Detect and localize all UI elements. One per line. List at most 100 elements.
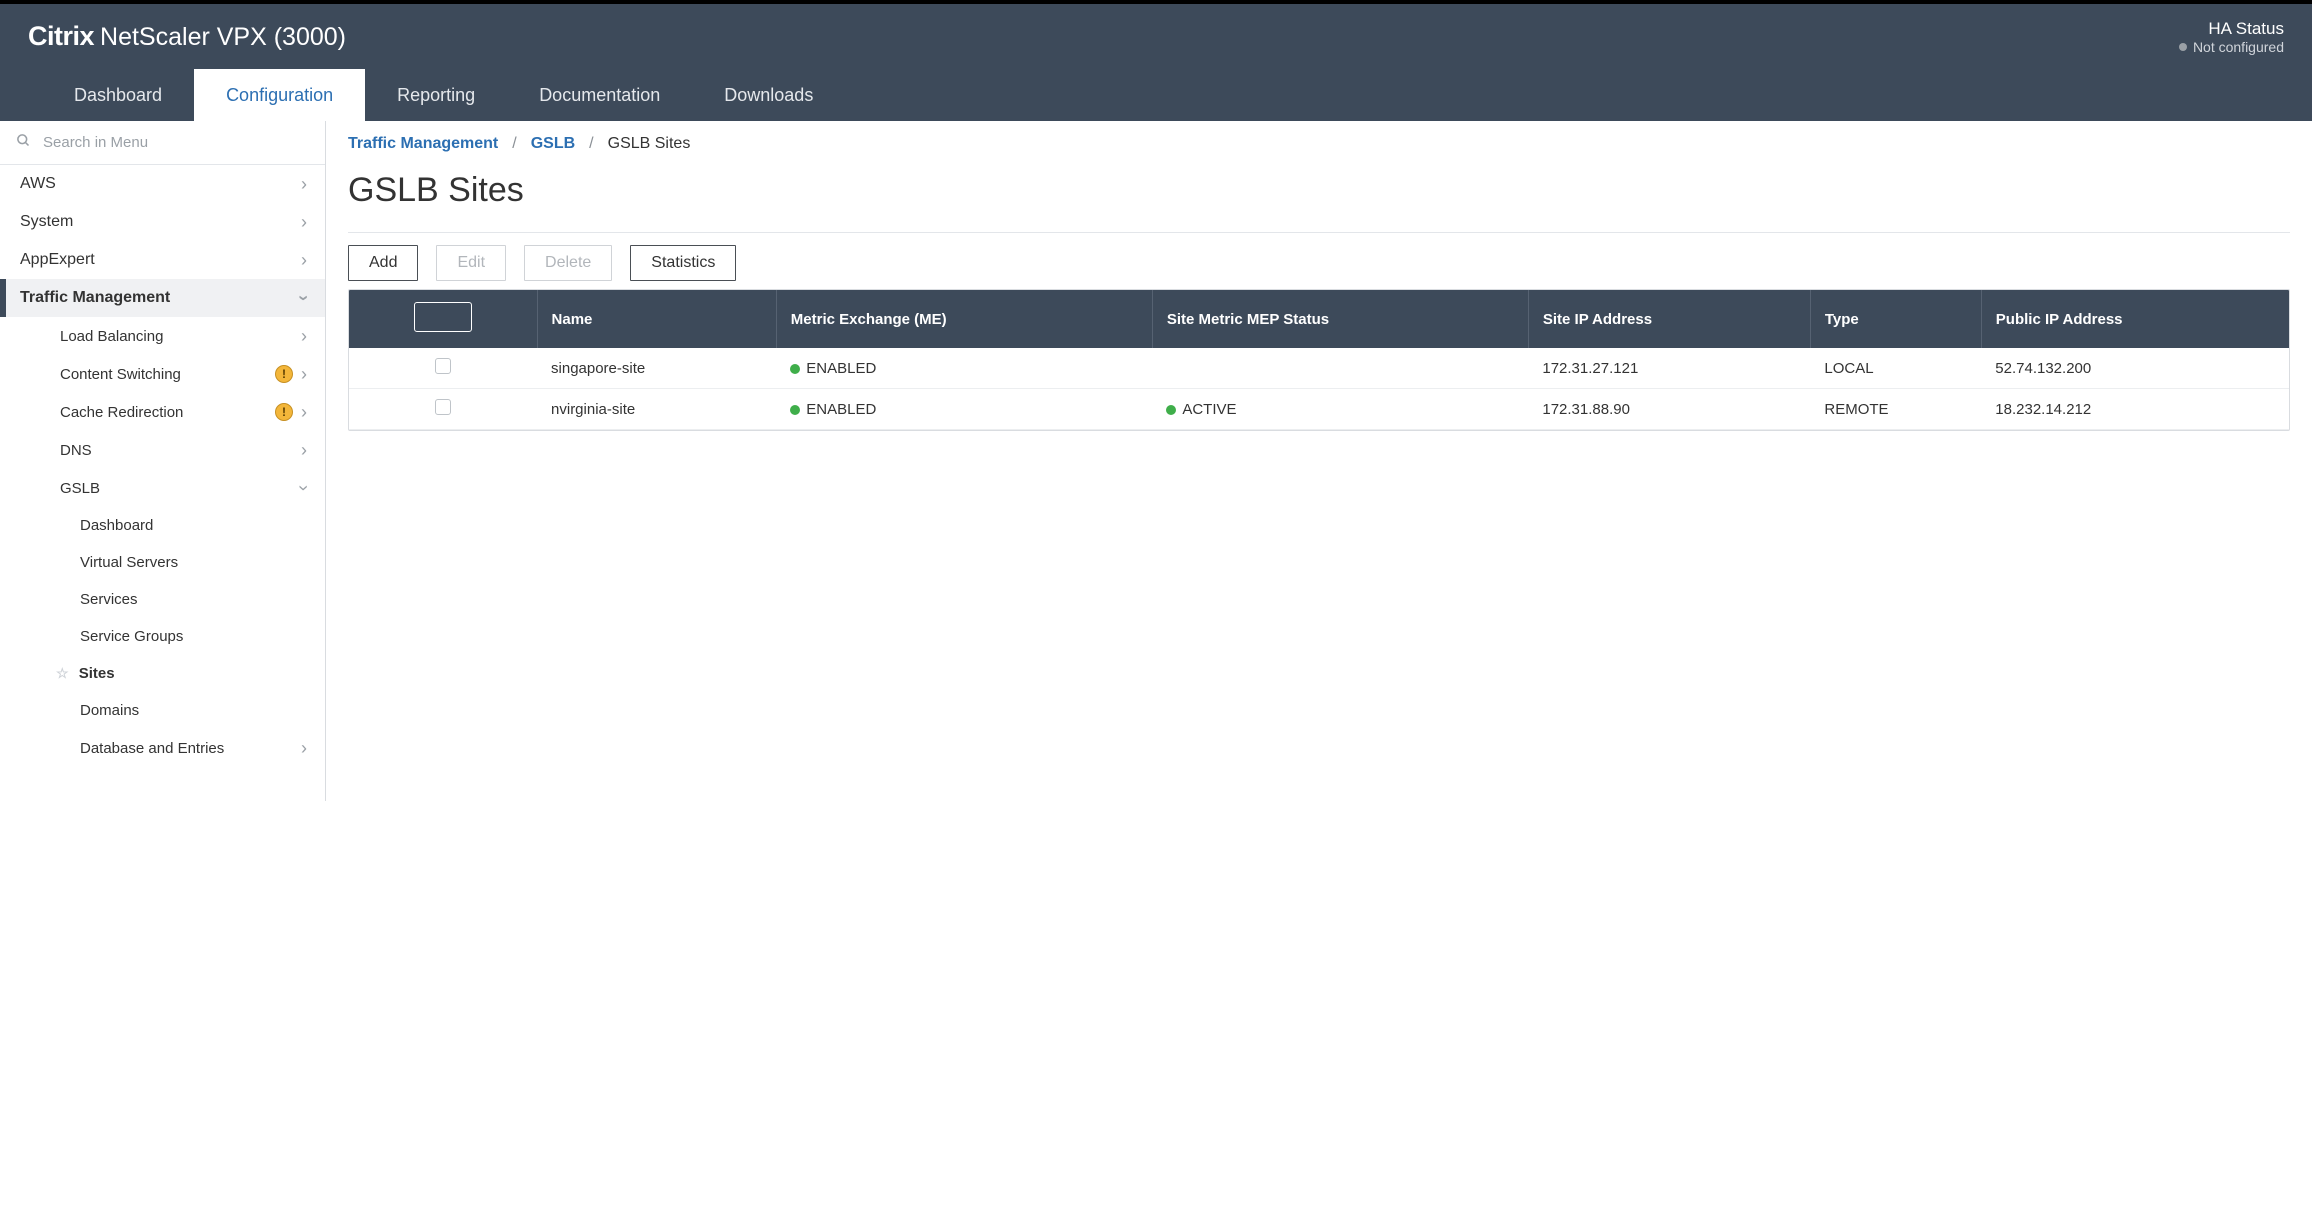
sidebar-item-database-and-entries[interactable]: Database and Entries › xyxy=(0,729,325,767)
header-site-ip[interactable]: Site IP Address xyxy=(1528,290,1810,348)
sidebar-item-aws[interactable]: AWS › xyxy=(0,165,325,203)
sidebar-item-label: System xyxy=(20,213,73,231)
sidebar-item-virtual-servers[interactable]: Virtual Servers xyxy=(0,544,325,581)
sidebar-item-label: Virtual Servers xyxy=(80,554,178,571)
breadcrumb-separator: / xyxy=(589,135,593,153)
sidebar-item-system[interactable]: System › xyxy=(0,203,325,241)
sidebar-item-service-groups[interactable]: Service Groups xyxy=(0,618,325,655)
sidebar-item-dns[interactable]: DNS › xyxy=(0,431,325,469)
breadcrumb: Traffic Management / GSLB / GSLB Sites xyxy=(348,135,2290,153)
sidebar-item-label: Dashboard xyxy=(80,517,153,534)
sidebar-item-label: Services xyxy=(80,591,138,608)
cell-mep: ACTIVE xyxy=(1152,389,1528,430)
cell-siteip: 172.31.88.90 xyxy=(1528,389,1810,430)
brand-rest: NetScaler VPX (3000) xyxy=(100,23,346,52)
warning-icon: ! xyxy=(275,365,293,383)
gslb-sites-table: Name Metric Exchange (ME) Site Metric ME… xyxy=(348,289,2290,431)
cell-type: LOCAL xyxy=(1810,348,1981,389)
sidebar-item-label: Content Switching xyxy=(60,366,181,383)
chevron-right-icon: › xyxy=(301,175,307,193)
tab-dashboard[interactable]: Dashboard xyxy=(42,69,194,121)
cell-siteip: 172.31.27.121 xyxy=(1528,348,1810,389)
page-title: GSLB Sites xyxy=(348,171,2290,210)
sidebar-item-label: AppExpert xyxy=(20,251,95,269)
ha-status-title: HA Status xyxy=(2179,19,2284,39)
header-type[interactable]: Type xyxy=(1810,290,1981,348)
tab-reporting[interactable]: Reporting xyxy=(365,69,507,121)
sidebar-item-label: AWS xyxy=(20,175,56,193)
app-header: Citrix NetScaler VPX (3000) HA Status No… xyxy=(0,4,2312,69)
breadcrumb-gslb[interactable]: GSLB xyxy=(531,135,575,153)
sidebar-item-label: Traffic Management xyxy=(20,289,170,307)
delete-button[interactable]: Delete xyxy=(524,245,612,281)
chevron-right-icon: › xyxy=(301,403,307,421)
status-dot-icon xyxy=(790,364,800,374)
tab-configuration[interactable]: Configuration xyxy=(194,69,365,121)
sidebar-item-domains[interactable]: Domains xyxy=(0,692,325,729)
chevron-right-icon: › xyxy=(301,739,307,757)
main-content: Traffic Management / GSLB / GSLB Sites G… xyxy=(326,121,2312,801)
statistics-button[interactable]: Statistics xyxy=(630,245,736,281)
chevron-right-icon: › xyxy=(301,327,307,345)
row-checkbox[interactable] xyxy=(435,358,451,374)
header-name[interactable]: Name xyxy=(537,290,776,348)
cell-name: singapore-site xyxy=(537,348,776,389)
cell-me: ENABLED xyxy=(776,389,1152,430)
main-tabbar: Dashboard Configuration Reporting Docume… xyxy=(0,69,2312,121)
sidebar-item-services[interactable]: Services xyxy=(0,581,325,618)
header-metric-exchange[interactable]: Metric Exchange (ME) xyxy=(776,290,1152,348)
brand: Citrix NetScaler VPX (3000) xyxy=(28,21,346,52)
header-mep-status[interactable]: Site Metric MEP Status xyxy=(1152,290,1528,348)
cell-type: REMOTE xyxy=(1810,389,1981,430)
row-checkbox[interactable] xyxy=(435,399,451,415)
sidebar-item-label: Database and Entries xyxy=(80,740,224,757)
select-all-checkbox[interactable] xyxy=(414,302,472,332)
tab-documentation[interactable]: Documentation xyxy=(507,69,692,121)
brand-strong: Citrix xyxy=(28,21,94,52)
table-row[interactable]: singapore-site ENABLED 172.31.27.121 LOC… xyxy=(349,348,2289,389)
sidebar-item-label: Cache Redirection xyxy=(60,404,183,421)
table-header-row: Name Metric Exchange (ME) Site Metric ME… xyxy=(349,290,2289,348)
sidebar-item-label: GSLB xyxy=(60,480,100,497)
header-public-ip[interactable]: Public IP Address xyxy=(1981,290,2289,348)
sidebar-item-appexpert[interactable]: AppExpert › xyxy=(0,241,325,279)
breadcrumb-traffic-management[interactable]: Traffic Management xyxy=(348,135,498,153)
chevron-right-icon: › xyxy=(301,441,307,459)
ha-status-block: HA Status Not configured xyxy=(2179,19,2284,55)
search-icon xyxy=(16,133,31,152)
breadcrumb-separator: / xyxy=(512,135,516,153)
chevron-down-icon: › xyxy=(295,295,313,301)
sidebar-item-cache-redirection[interactable]: Cache Redirection ! › xyxy=(0,393,325,431)
cell-mep xyxy=(1152,348,1528,389)
ha-status-value: Not configured xyxy=(2193,39,2284,55)
chevron-right-icon: › xyxy=(301,365,307,383)
cell-pubip: 52.74.132.200 xyxy=(1981,348,2289,389)
edit-button[interactable]: Edit xyxy=(436,245,506,281)
sidebar-item-label: Domains xyxy=(80,702,139,719)
ha-status-value-row: Not configured xyxy=(2179,39,2284,55)
tab-downloads[interactable]: Downloads xyxy=(692,69,845,121)
sidebar-item-load-balancing[interactable]: Load Balancing › xyxy=(0,317,325,355)
breadcrumb-current: GSLB Sites xyxy=(608,135,691,153)
sidebar-item-gslb-dashboard[interactable]: Dashboard xyxy=(0,507,325,544)
cell-name: nvirginia-site xyxy=(537,389,776,430)
add-button[interactable]: Add xyxy=(348,245,418,281)
sidebar: AWS › System › AppExpert › Traffic Manag… xyxy=(0,121,326,801)
star-icon: ☆ xyxy=(56,665,69,681)
chevron-right-icon: › xyxy=(301,251,307,269)
status-dot-icon xyxy=(790,405,800,415)
sidebar-item-sites[interactable]: ☆ Sites xyxy=(0,655,325,692)
chevron-down-icon: › xyxy=(295,485,313,491)
sidebar-item-traffic-management[interactable]: Traffic Management › xyxy=(0,279,325,317)
status-dot-icon xyxy=(2179,43,2187,51)
sidebar-item-content-switching[interactable]: Content Switching ! › xyxy=(0,355,325,393)
header-checkbox-col xyxy=(349,290,537,348)
cell-me: ENABLED xyxy=(776,348,1152,389)
table-row[interactable]: nvirginia-site ENABLED ACTIVE 172.31.88.… xyxy=(349,389,2289,430)
sidebar-search-input[interactable] xyxy=(43,134,309,151)
chevron-right-icon: › xyxy=(301,213,307,231)
status-dot-icon xyxy=(1166,405,1176,415)
sidebar-item-label: DNS xyxy=(60,442,92,459)
sidebar-item-gslb[interactable]: GSLB › xyxy=(0,469,325,507)
warning-icon: ! xyxy=(275,403,293,421)
